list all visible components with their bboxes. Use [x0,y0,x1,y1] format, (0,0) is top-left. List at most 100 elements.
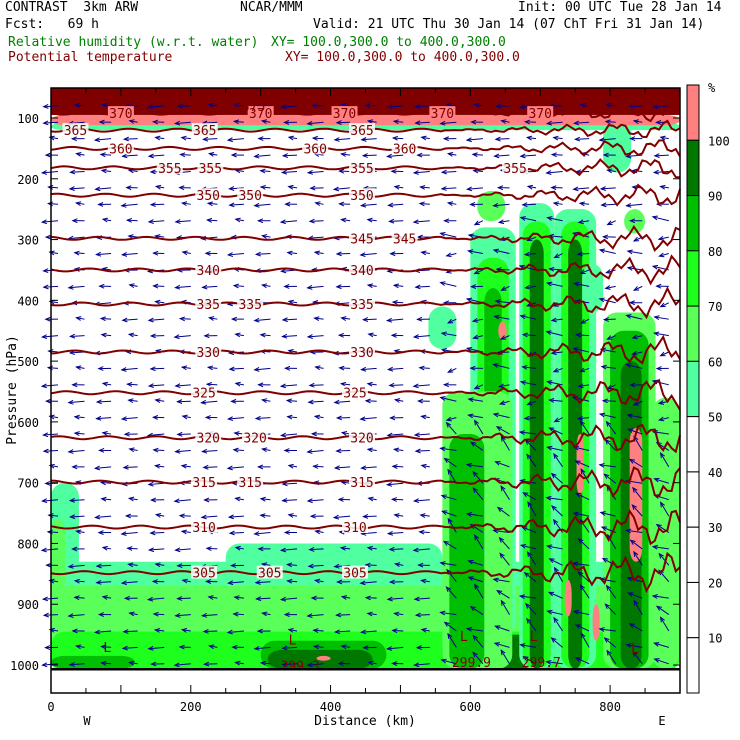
theta-label: 345 [350,232,373,247]
colorbar-swatch [686,581,700,639]
theta-label: 305 [258,567,281,582]
theta-label: 370 [528,107,551,122]
y-tick-label: 100 [17,112,39,126]
low-marker: L [289,634,297,649]
theta-label: 355 [158,162,181,177]
theta-label: 320 [350,432,373,447]
theta-label: 335 [197,298,220,313]
theta-label: 315 [192,476,215,491]
theta-label: 350 [197,189,220,204]
theta-label: 355 [350,162,373,177]
field1-name: Relative humidity (w.r.t. water) [8,35,259,50]
colorbar-label: 90 [708,190,722,204]
y-tick-label: 900 [17,598,39,612]
colorbar-swatch [686,195,700,252]
theta-label: 305 [343,567,366,582]
rh-region-60 [624,209,646,234]
colorbar-label: 100 [708,134,730,148]
field2-name: Potential temperature [8,50,173,65]
colorbar-label: 10 [708,632,722,646]
y-tick-label: 300 [17,234,39,248]
rh-region-50 [428,306,457,349]
theta-label: 365 [350,124,373,139]
theta-label: 315 [238,476,261,491]
y-axis-label: Pressure (hPa) [5,335,20,445]
y-tick-label: 600 [17,416,39,430]
colorbar-label: 50 [708,411,722,425]
theta-label: 350 [238,189,261,204]
colorbar-swatch [686,637,700,694]
theta-label: 375 [368,100,391,115]
theta-label: 340 [197,264,220,279]
low-marker: L [460,630,468,645]
theta-label: 360 [393,142,416,157]
org-label: NCAR/MMM [240,0,303,15]
colorbar-swatch [686,526,700,583]
x-tick-label: 0 [47,700,54,714]
theta-label: 370 [333,107,356,122]
low-marker: L [530,630,538,645]
x-tick-label: 200 [180,700,202,714]
valid-time: Valid: 21 UTC Thu 30 Jan 14 (07 ChT Fri … [313,17,705,32]
theta-label: 335 [350,298,373,313]
colorbar-swatch [686,139,700,197]
theta-label: 370 [431,107,454,122]
colorbar-swatch [686,250,700,307]
colorbar-label: 30 [708,521,722,535]
theta-label: 320 [197,432,220,447]
theta-label: 375 [640,100,663,115]
colorbar-unit: % [708,81,716,95]
theta-label: 335 [238,298,261,313]
field1-xy: XY= 100.0,300.0 to 400.0,300.0 [271,35,506,50]
y-tick-label: 800 [17,537,39,551]
y-tick-label: 1000 [10,659,39,673]
theta-label: 325 [192,387,215,402]
y-tick-label: 200 [17,173,39,187]
theta-label: 320 [243,432,266,447]
west-label: W [83,714,91,728]
x-tick-label: 600 [459,700,481,714]
theta-label: 365 [193,124,216,139]
cross-section-plot: 370 370 370 370 370375 375 375 375365 365 365360 3… [5,81,730,729]
x-tick-label: 800 [599,700,621,714]
rh-region-100 [592,604,600,641]
theta-label: 355 [503,162,526,177]
colorbar-swatch [686,360,700,418]
colorbar: 100 90 80 70 60 50 40 30 20 10% [686,81,730,694]
theta-label: 325 [343,387,366,402]
theta-label: 310 [192,521,215,536]
east-label: E [658,714,665,728]
colorbar-swatch [686,471,700,528]
theta-label: 345 [393,232,416,247]
theta-label: 360 [303,142,326,157]
y-tick-label: 400 [17,294,39,308]
colorbar-label: 70 [708,300,722,314]
theta-label: 375 [584,100,607,115]
x-axis-label: Distance (km) [314,714,416,729]
theta-label: 330 [350,346,373,361]
rh-region-100 [564,579,572,617]
colorbar-swatch [686,84,700,141]
low-marker: L [103,641,111,656]
theta-label: 355 [199,162,222,177]
theta-label: 340 [350,264,373,279]
theta-label: 365 [64,124,87,139]
colorbar-label: 80 [708,245,722,259]
forecast-hour: Fcst: 69 h [5,17,99,32]
field2-xy: XY= 100.0,300.0 to 400.0,300.0 [285,50,520,65]
init-time: Init: 00 UTC Tue 28 Jan 14 [518,0,722,15]
y-tick-label: 500 [17,355,39,369]
colorbar-swatch [686,416,700,473]
theta-label: 350 [350,189,373,204]
colorbar-label: 20 [708,576,722,590]
theta-label: 310 [343,521,366,536]
theta-label: 305 [192,567,215,582]
x-tick-label: 400 [320,700,342,714]
theta-label: 370 [109,107,132,122]
theta-label: 375 [242,100,265,115]
low-marker: L [631,642,639,657]
colorbar-label: 40 [708,466,722,480]
theta-label: 330 [197,346,220,361]
model-title: CONTRAST 3km ARW [5,0,139,15]
theta-label: 315 [350,476,373,491]
